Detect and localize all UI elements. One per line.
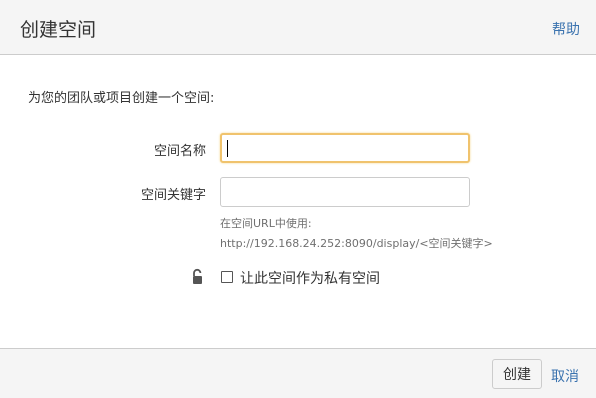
url-hint-label: 在空间URL中使用:	[220, 217, 312, 230]
cancel-link[interactable]: 取消	[551, 366, 579, 386]
unlock-icon	[191, 268, 207, 286]
help-link[interactable]: 帮助	[552, 19, 580, 39]
space-key-input[interactable]	[220, 177, 470, 207]
space-key-label: 空间关键字	[140, 188, 206, 203]
private-space-label[interactable]: 让此空间作为私有空间	[240, 268, 380, 288]
create-space-dialog: 创建空间 帮助 为您的团队或项目创建一个空间: 空间名称 空间关键字 在空间UR…	[0, 0, 596, 398]
create-button[interactable]: 创建	[492, 359, 542, 389]
private-space-checkbox[interactable]	[221, 271, 233, 283]
text-caret	[227, 140, 228, 157]
space-name-input[interactable]	[220, 133, 470, 163]
dialog-header: 创建空间 帮助	[0, 0, 596, 55]
intro-text: 为您的团队或项目创建一个空间:	[28, 91, 215, 106]
space-name-label: 空间名称	[153, 144, 206, 159]
url-hint-example: http://192.168.24.252:8090/display/<空间关键…	[220, 237, 493, 250]
dialog-title: 创建空间	[20, 19, 97, 41]
